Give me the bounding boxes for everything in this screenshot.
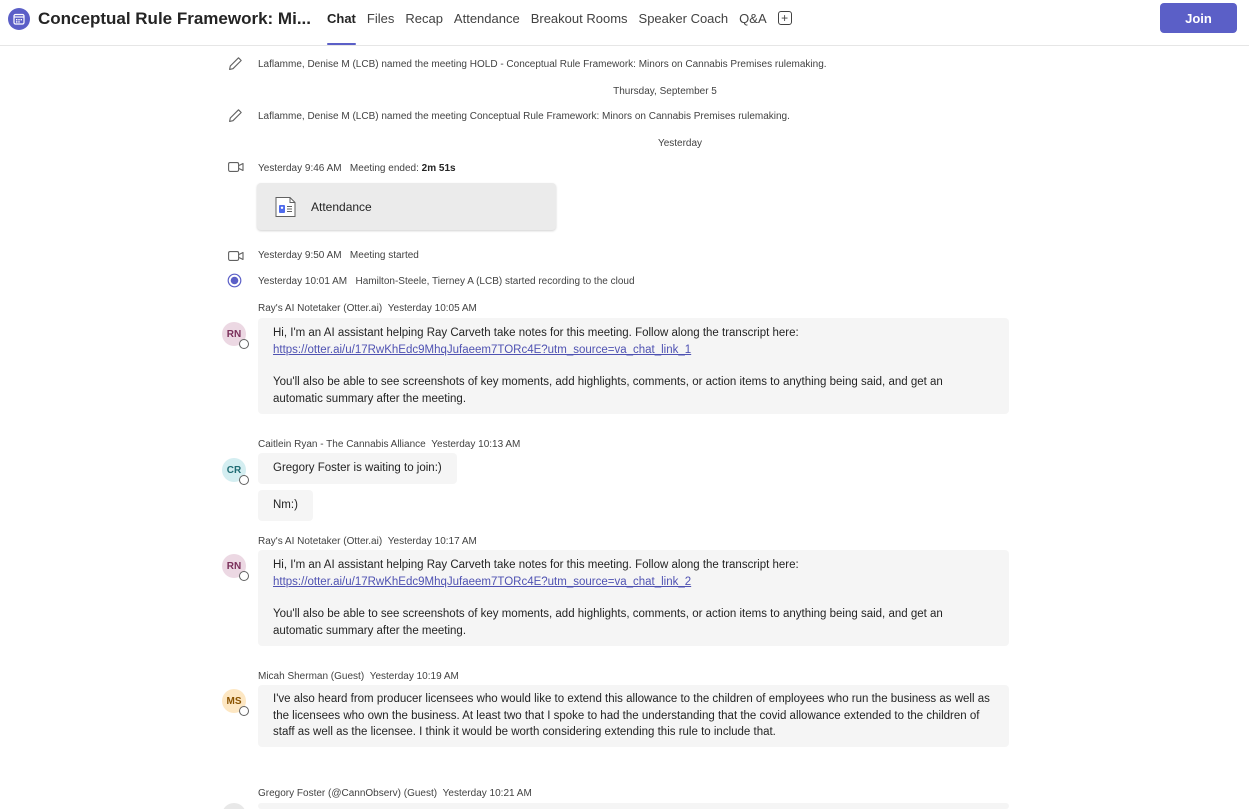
sender-name: Gregory Foster (@CannObserv) (Guest) xyxy=(258,788,438,799)
recording-started-event: Yesterday 10:01 AM Hamilton-Steele, Tier… xyxy=(258,276,635,287)
avatar[interactable]: MS xyxy=(222,689,249,716)
event-time: Yesterday 9:46 AM xyxy=(258,163,342,174)
rename-event-2: Laflamme, Denise M (LCB) named the meeti… xyxy=(258,111,790,122)
tab-qa[interactable]: Q&A xyxy=(739,0,766,46)
message-text-line: Hi, I'm an AI assistant helping Ray Carv… xyxy=(273,559,799,571)
attendance-report-icon xyxy=(273,196,299,218)
calendar-icon xyxy=(8,8,30,30)
meeting-title: Conceptual Rule Framework: Mi... xyxy=(38,9,311,28)
tab-files[interactable]: Files xyxy=(367,0,394,46)
avatar-initials: CR xyxy=(226,464,242,476)
message-bubble[interactable]: Nm:) xyxy=(258,490,313,521)
message-bubble[interactable] xyxy=(258,803,1009,809)
message-header: Gregory Foster (@CannObserv) (Guest) Yes… xyxy=(258,788,532,799)
message-text: You'll also be able to see screenshots o… xyxy=(273,608,943,637)
pencil-icon xyxy=(227,55,243,71)
attendance-card[interactable]: Attendance xyxy=(257,183,556,230)
event-time: Yesterday 9:50 AM xyxy=(258,250,342,261)
rename-event-1: Laflamme, Denise M (LCB) named the meeti… xyxy=(258,59,827,70)
message-header: Ray's AI Notetaker (Otter.ai) Yesterday … xyxy=(258,536,477,547)
video-camera-icon xyxy=(227,249,244,263)
message-bubble[interactable]: Hi, I'm an AI assistant helping Ray Carv… xyxy=(258,550,1009,646)
tab-breakout-rooms[interactable]: Breakout Rooms xyxy=(531,0,628,46)
presence-status-icon xyxy=(239,339,249,349)
message-text: Hi, I'm an AI assistant helping Ray Carv… xyxy=(273,557,994,590)
presence-status-icon xyxy=(239,706,249,716)
message-text-line: Hi, I'm an AI assistant helping Ray Carv… xyxy=(273,327,799,339)
transcript-link[interactable]: https://otter.ai/u/17RwKhEdc9MhqJufaeem7… xyxy=(273,576,691,588)
message-bubble[interactable]: Gregory Foster is waiting to join:) xyxy=(258,453,457,484)
message-text: You'll also be able to see screenshots o… xyxy=(273,376,943,405)
avatar[interactable] xyxy=(222,803,246,809)
message-header: Ray's AI Notetaker (Otter.ai) Yesterday … xyxy=(258,303,477,314)
avatar-initials: MS xyxy=(226,695,242,707)
event-label: Hamilton-Steele, Tierney A (LCB) started… xyxy=(355,276,635,287)
sender-name: Ray's AI Notetaker (Otter.ai) xyxy=(258,536,383,547)
presence-status-icon xyxy=(239,475,249,485)
sender-name: Caitlein Ryan - The Cannabis Alliance xyxy=(258,439,426,450)
tab-speaker-coach[interactable]: Speaker Coach xyxy=(639,0,729,46)
meeting-started-event: Yesterday 9:50 AM Meeting started xyxy=(258,250,419,261)
message-time: Yesterday 10:21 AM xyxy=(442,788,532,799)
message-text: Nm:) xyxy=(273,499,298,511)
avatar[interactable]: RN xyxy=(222,554,249,581)
avatar-initials: RN xyxy=(226,328,242,340)
message-time: Yesterday 10:13 AM xyxy=(431,439,521,450)
tab-bar: Chat Files Recap Attendance Breakout Roo… xyxy=(327,0,792,46)
message-header: Micah Sherman (Guest) Yesterday 10:19 AM xyxy=(258,671,459,682)
message-header: Caitlein Ryan - The Cannabis Alliance Ye… xyxy=(258,439,520,450)
message-bubble[interactable]: I've also heard from producer licensees … xyxy=(258,685,1009,747)
message-time: Yesterday 10:17 AM xyxy=(387,536,477,547)
event-time: Yesterday 10:01 AM xyxy=(258,276,348,287)
event-label: Meeting started xyxy=(349,250,419,261)
sender-name: Ray's AI Notetaker (Otter.ai) xyxy=(258,303,383,314)
message-time: Yesterday 10:19 AM xyxy=(369,671,459,682)
recording-icon xyxy=(227,273,242,288)
meeting-header: Conceptual Rule Framework: Mi... Chat Fi… xyxy=(0,0,1249,46)
transcript-link[interactable]: https://otter.ai/u/17RwKhEdc9MhqJufaeem7… xyxy=(273,344,691,356)
attendance-card-label: Attendance xyxy=(311,199,372,214)
message-text: Gregory Foster is waiting to join:) xyxy=(273,462,442,474)
sender-name: Micah Sherman (Guest) xyxy=(258,671,365,682)
date-separator: Thursday, September 5 xyxy=(613,86,717,97)
tab-attendance[interactable]: Attendance xyxy=(454,0,520,46)
meeting-duration: 2m 51s xyxy=(421,163,456,174)
add-tab-icon[interactable]: + xyxy=(777,11,792,25)
tab-chat[interactable]: Chat xyxy=(327,0,356,46)
avatar[interactable]: RN xyxy=(222,322,249,349)
message-text: Hi, I'm an AI assistant helping Ray Carv… xyxy=(273,325,994,358)
tab-recap[interactable]: Recap xyxy=(405,0,443,46)
message-bubble[interactable]: Hi, I'm an AI assistant helping Ray Carv… xyxy=(258,318,1009,414)
message-text: I've also heard from producer licensees … xyxy=(273,693,990,738)
event-label: Meeting ended: xyxy=(349,163,419,174)
message-time: Yesterday 10:05 AM xyxy=(387,303,477,314)
avatar-initials: RN xyxy=(226,560,242,572)
meeting-ended-event: Yesterday 9:46 AM Meeting ended: 2m 51s xyxy=(258,163,456,174)
presence-status-icon xyxy=(239,571,249,581)
join-button[interactable]: Join xyxy=(1160,3,1237,33)
pencil-icon xyxy=(227,107,243,123)
video-camera-icon xyxy=(227,160,244,174)
avatar[interactable]: CR xyxy=(222,458,249,485)
date-separator: Yesterday xyxy=(657,138,703,149)
